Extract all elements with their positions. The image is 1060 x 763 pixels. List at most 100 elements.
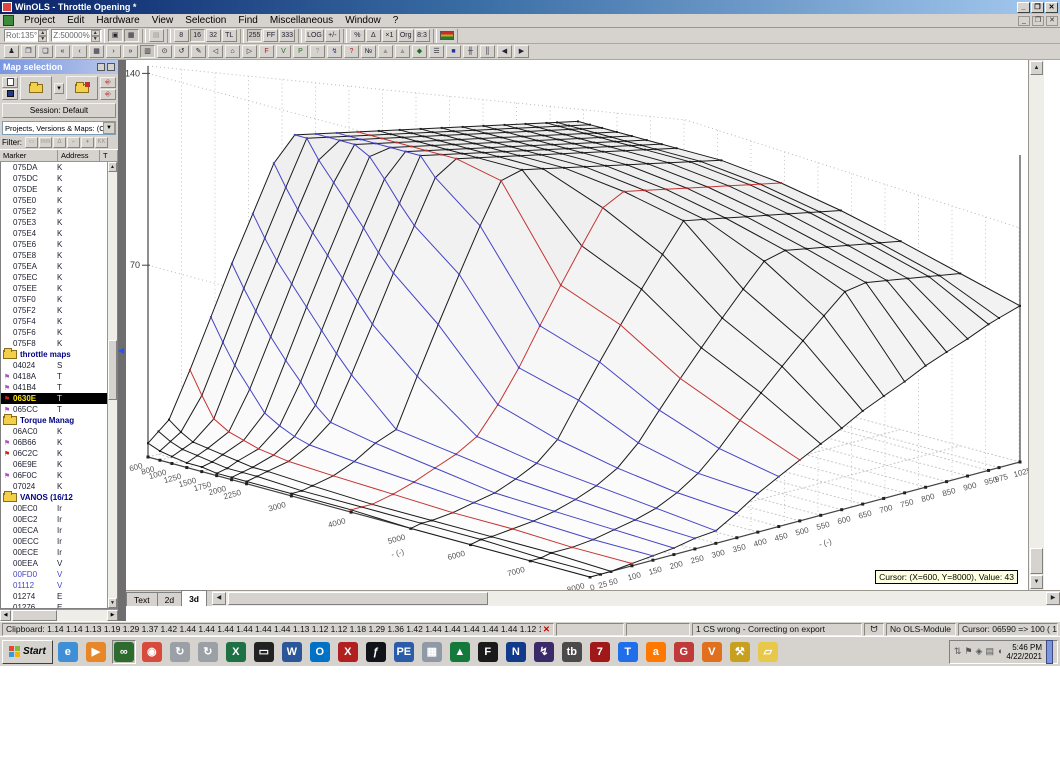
display-bin-button[interactable]: 333 xyxy=(279,29,296,42)
panel-pin-button[interactable] xyxy=(97,63,105,71)
map-row-04024[interactable]: 04024 S xyxy=(1,360,117,371)
winols-map-icon[interactable]: ▲ xyxy=(448,640,472,664)
map-row-01112[interactable]: 01112 V xyxy=(1,580,117,591)
width-16bit-button[interactable]: 16 xyxy=(189,29,205,42)
map-row-06AC0[interactable]: 06AC0 K xyxy=(1,426,117,437)
color-scale-button[interactable] xyxy=(439,31,454,40)
avast-icon[interactable]: a xyxy=(644,640,668,664)
map-row-075F2[interactable]: 075F2 K xyxy=(1,305,117,316)
flash-tool-icon[interactable]: ↯ xyxy=(532,640,556,664)
restore-button[interactable]: ❐ xyxy=(1031,1,1044,13)
menu-edit[interactable]: Edit xyxy=(61,14,90,27)
display-hex-button[interactable]: FF xyxy=(263,29,279,42)
map-row-075EA[interactable]: 075EA K xyxy=(1,261,117,272)
original-button[interactable]: Org xyxy=(397,29,414,42)
map-row-00EC2[interactable]: 00EC2 Ir xyxy=(1,514,117,525)
filter-button-4[interactable]: ⌐ xyxy=(67,137,80,148)
whatsthis-button[interactable]: № xyxy=(361,45,376,58)
excel-icon[interactable]: X xyxy=(224,640,248,664)
menu-hardware[interactable]: Hardware xyxy=(90,14,145,27)
word-icon[interactable]: W xyxy=(280,640,304,664)
rotation-field[interactable]: Rot:135° ▲ ▼ xyxy=(4,29,50,42)
blue-tool-icon[interactable]: N xyxy=(504,640,528,664)
menu-view[interactable]: View xyxy=(146,14,180,27)
scope-dropdown[interactable]: Projects, Versions & Maps: (Ctrl ▼ xyxy=(2,121,116,135)
column-address[interactable]: Address xyxy=(58,150,100,161)
map-row-00ECA[interactable]: 00ECA Ir xyxy=(1,525,117,536)
delta-button[interactable]: Δ xyxy=(365,29,381,42)
edit-button[interactable]: ✎ xyxy=(191,45,206,58)
add-version-button[interactable]: ⎆ xyxy=(100,76,116,88)
map-row-075DE[interactable]: 075DE K xyxy=(1,184,117,195)
scroll-down-icon[interactable]: ▼ xyxy=(108,598,117,608)
folder-p-button[interactable]: P xyxy=(293,45,308,58)
clipboard-clear-icon[interactable]: ✕ xyxy=(543,624,550,635)
save-button[interactable] xyxy=(2,88,18,100)
map-row-065CC[interactable]: ⚑ 065CC T xyxy=(1,404,117,415)
folder-row[interactable]: throttle maps xyxy=(1,348,117,360)
ecu-tool-2-icon[interactable]: ↻ xyxy=(196,640,220,664)
column-type[interactable]: T ▲ xyxy=(100,150,118,172)
chart-scroll-left-icon[interactable]: ◀ xyxy=(211,592,226,605)
back-button[interactable]: ◁ xyxy=(208,45,223,58)
map-row-00EEA[interactable]: 00EEA V xyxy=(1,558,117,569)
plus-minus-button[interactable]: +/- xyxy=(324,29,340,42)
import-file-button[interactable] xyxy=(66,76,98,100)
filter-button-1[interactable]: ▭ xyxy=(25,137,38,148)
map-row-0630E[interactable]: ⚑ 0630E T xyxy=(1,393,117,404)
last-map-button[interactable]: » xyxy=(123,45,138,58)
g-utility-icon[interactable]: G xyxy=(672,640,696,664)
outlook-icon[interactable]: O xyxy=(308,640,332,664)
menu-selection[interactable]: Selection xyxy=(179,14,232,27)
window-prev-button[interactable]: ❐ xyxy=(21,45,36,58)
calculator-icon[interactable]: ▦ xyxy=(420,640,444,664)
column-marker[interactable]: Marker xyxy=(0,150,58,161)
map-row-075E3[interactable]: 075E3 K xyxy=(1,217,117,228)
tab-text[interactable]: Text xyxy=(126,592,158,606)
compare-button[interactable]: 8:3 xyxy=(414,29,430,42)
thunderbird-icon[interactable]: T xyxy=(616,640,640,664)
map-list-hscrollbar[interactable]: ◀ ▶ xyxy=(0,609,118,621)
map-selection-button[interactable]: ▥ xyxy=(140,45,155,58)
rotation-spinner[interactable]: ▲ ▼ xyxy=(38,29,48,42)
pane-left-button[interactable]: ◀ xyxy=(497,45,512,58)
map-row-075EC[interactable]: 075EC K xyxy=(1,272,117,283)
map-row-075DC[interactable]: 075DC K xyxy=(1,173,117,184)
tray-network-icon[interactable]: ◈ xyxy=(976,646,983,657)
media-player-icon[interactable]: ▶ xyxy=(84,640,108,664)
chart-hscrollbar[interactable]: ◀ ▶ xyxy=(211,591,1060,606)
map-row-075E0[interactable]: 075E0 K xyxy=(1,195,117,206)
help-button[interactable]: ? xyxy=(344,45,359,58)
hscroll-thumb[interactable] xyxy=(12,610,57,621)
map-row-075F6[interactable]: 075F6 K xyxy=(1,327,117,338)
map-row-075E6[interactable]: 075E6 K xyxy=(1,239,117,250)
export-version-button[interactable]: ⎆ xyxy=(100,88,116,100)
menu-find[interactable]: Find xyxy=(232,14,263,27)
surface-chart[interactable]: 70 140 600 800 1000 1250 1500 1750 2000 2250 3000 4… xyxy=(125,60,1044,595)
map-row-06F0C[interactable]: ⚑ 06F0C K xyxy=(1,470,117,481)
ecu-tool-1-icon[interactable]: ↻ xyxy=(168,640,192,664)
filter-button-3[interactable]: Δ xyxy=(53,137,66,148)
tray-display-icon[interactable]: ▤ xyxy=(985,646,994,657)
recycle-button[interactable]: ↺ xyxy=(174,45,189,58)
panel-close-button[interactable] xyxy=(107,63,115,71)
map-row-06E9E[interactable]: 06E9E K xyxy=(1,459,117,470)
new-project-button[interactable] xyxy=(2,76,18,88)
map-row-06C2C[interactable]: ⚑ 06C2C K xyxy=(1,448,117,459)
open-dropdown-button[interactable]: ▾ xyxy=(54,82,64,94)
minimize-button[interactable]: _ xyxy=(1017,1,1030,13)
pane-right-button[interactable]: ▶ xyxy=(514,45,529,58)
internet-explorer-icon[interactable]: e xyxy=(56,640,80,664)
map-row-075EE[interactable]: 075EE K xyxy=(1,283,117,294)
color-mode-button[interactable]: ■ xyxy=(446,45,461,58)
hardware-button[interactable]: ♟ xyxy=(4,45,19,58)
map-row-01276[interactable]: 01276 E xyxy=(1,602,117,608)
map-row-07024[interactable]: 07024 K xyxy=(1,481,117,492)
map-row-00ECC[interactable]: 00ECC Ir xyxy=(1,536,117,547)
map-row-00FD0[interactable]: 00FD0 V xyxy=(1,569,117,580)
chevron-down-icon[interactable]: ▼ xyxy=(103,122,115,134)
menu-window[interactable]: Window xyxy=(339,14,387,27)
winols-app-icon[interactable]: ∞ xyxy=(111,639,136,664)
vscroll-thumb[interactable] xyxy=(108,340,117,401)
mdi-child-icon[interactable] xyxy=(3,15,14,26)
